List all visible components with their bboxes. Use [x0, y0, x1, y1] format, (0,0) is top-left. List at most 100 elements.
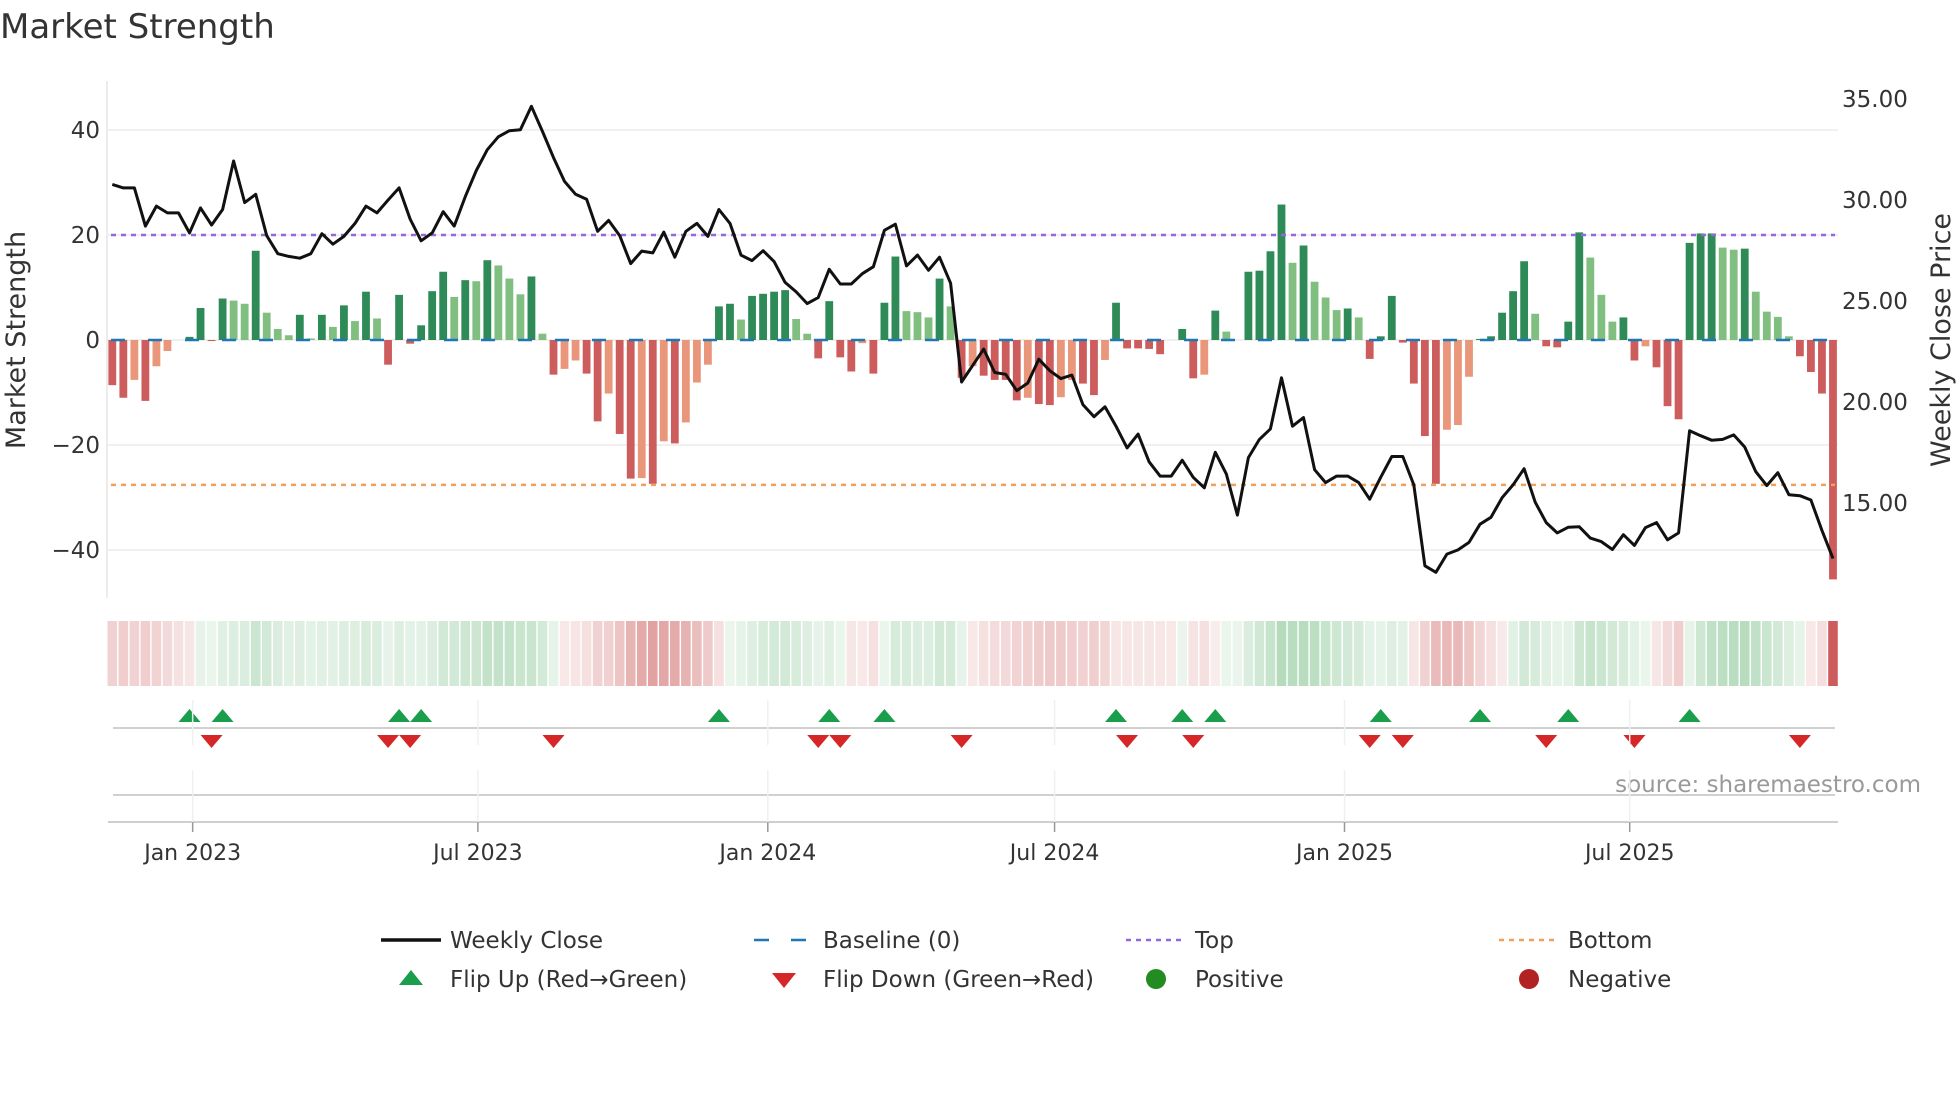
strength-bar: [847, 340, 856, 372]
strength-bar: [1718, 247, 1727, 340]
strength-bar: [1420, 340, 1429, 437]
heat-cell: [989, 621, 1000, 686]
flip-up-marker: [1204, 709, 1227, 722]
heat-cell: [659, 621, 669, 686]
strength-bar: [1696, 233, 1705, 340]
heat-cell: [1442, 621, 1452, 686]
y-tick-label: 0: [85, 328, 100, 354]
y-tick-label: −20: [51, 433, 100, 459]
heat-cell: [1144, 621, 1154, 686]
heat-cell: [1453, 621, 1463, 686]
heat-cell: [1287, 621, 1298, 686]
heat-cell: [537, 621, 548, 686]
legend-bottom-label: Bottom: [1568, 928, 1652, 954]
heat-cell: [394, 621, 404, 686]
heat-cell: [1762, 621, 1772, 686]
heat-cell: [714, 621, 724, 686]
heat-cell: [1243, 621, 1254, 686]
heat-cell: [1773, 621, 1783, 686]
heat-cell: [416, 621, 426, 686]
heat-cell: [736, 621, 746, 686]
heat-cell: [515, 621, 526, 686]
strength-bar: [1762, 311, 1771, 340]
flip-down-marker: [1182, 735, 1205, 748]
heat-cell: [1353, 621, 1364, 686]
strength-bar: [1454, 340, 1462, 426]
heat-cell: [372, 621, 382, 686]
heat-cell: [1662, 621, 1673, 686]
strength-bar: [648, 340, 657, 484]
strength-bar: [229, 300, 238, 340]
heat-cell: [1684, 621, 1695, 686]
legend-negative-icon: [1519, 969, 1539, 989]
heat-cell: [548, 621, 559, 686]
heat-cell: [1784, 621, 1794, 686]
heat-cell: [879, 621, 890, 686]
strength-bar: [1641, 340, 1650, 347]
heat-cell: [1717, 621, 1728, 686]
strength-bar: [351, 321, 359, 340]
flip-up-marker: [707, 709, 730, 722]
heat-cell: [1011, 621, 1022, 686]
heat-cell: [1750, 621, 1761, 686]
strength-bar: [1145, 340, 1154, 349]
strength-bar: [748, 295, 756, 340]
heat-cell: [1728, 621, 1739, 686]
heat-cell: [945, 621, 956, 686]
strength-bar: [284, 335, 293, 340]
heat-cell: [449, 621, 460, 686]
strength-bar: [1807, 340, 1815, 373]
strength-bar: [207, 340, 216, 342]
strength-bar: [549, 340, 558, 375]
strength-bar: [792, 319, 801, 340]
heat-cell: [614, 621, 625, 686]
heat-cell: [1607, 621, 1618, 686]
heat-cell: [250, 621, 261, 686]
strength-bar: [384, 340, 392, 365]
flip-down-marker: [1391, 735, 1414, 748]
heat-cell: [1475, 621, 1485, 686]
strength-bar: [1707, 233, 1716, 340]
strength-bar: [119, 340, 128, 398]
strength-bar: [681, 340, 690, 423]
flip-up-marker: [211, 709, 234, 722]
strength-bar: [1829, 340, 1837, 580]
strength-bar: [1740, 248, 1749, 340]
heat-cell: [1706, 621, 1717, 686]
strength-bar: [891, 256, 900, 340]
heat-cell: [1541, 621, 1551, 686]
strength-bar: [527, 276, 536, 340]
heat-cell: [272, 621, 283, 686]
legend-baseline-label: Baseline (0): [823, 928, 960, 954]
heat-cell: [427, 621, 437, 686]
flip-down-marker: [1788, 735, 1811, 748]
heat-cell: [846, 621, 857, 686]
heat-cell: [625, 621, 636, 686]
strength-bar: [1597, 294, 1606, 340]
heat-cell: [184, 621, 195, 686]
strength-bar: [152, 340, 161, 367]
legend-positive-icon: [1146, 969, 1166, 989]
strength-bar: [781, 290, 790, 340]
flip-down-marker: [807, 735, 830, 748]
strength-bar: [593, 340, 602, 422]
strength-bar: [1101, 340, 1109, 360]
heat-cell: [1133, 621, 1143, 686]
strength-bar: [1277, 204, 1286, 340]
strength-bar: [1321, 297, 1330, 340]
strength-bar: [1652, 340, 1661, 368]
heat-cell: [1640, 621, 1651, 686]
heat-cell: [1100, 621, 1110, 686]
strength-bar: [615, 340, 624, 434]
strength-bar: [373, 318, 381, 340]
heat-cell: [1486, 621, 1496, 686]
strength-bar: [1586, 257, 1595, 340]
heat-cell: [1375, 621, 1386, 686]
heat-cell: [1067, 621, 1077, 686]
heat-cell: [1806, 621, 1816, 686]
strength-bar: [196, 307, 205, 340]
heat-cell: [1409, 621, 1419, 686]
flip-down-marker: [1623, 735, 1646, 748]
strength-bar: [1432, 340, 1440, 484]
strength-bar: [1255, 270, 1264, 340]
